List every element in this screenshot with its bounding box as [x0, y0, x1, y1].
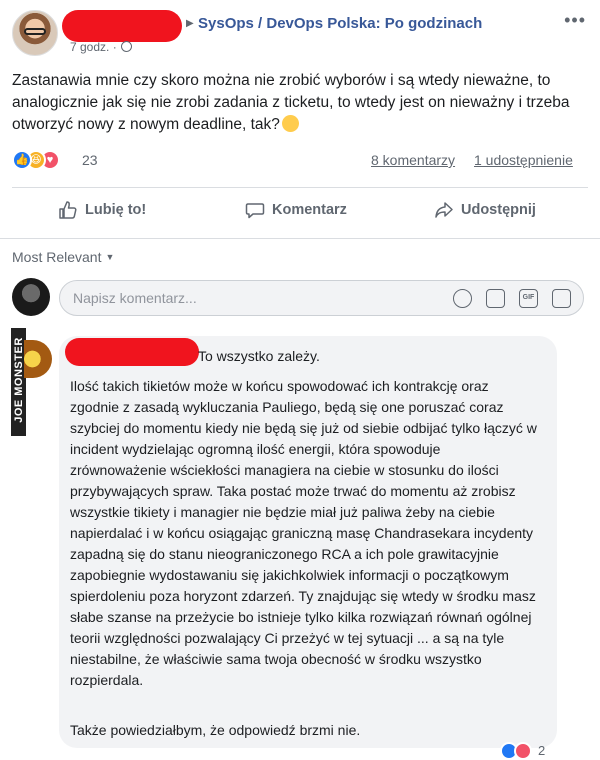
author-name-redacted[interactable]	[62, 10, 182, 42]
post-time[interactable]: 7 godz.	[70, 40, 109, 54]
gif-icon[interactable]: GIF	[519, 289, 538, 308]
divider	[12, 187, 588, 188]
comment-first-line: To wszystko zależy.	[198, 348, 320, 364]
divider	[0, 238, 600, 239]
thumbs-up-icon	[59, 201, 77, 219]
comment-paragraph: Ilość takich tikietów może w końcu spowo…	[70, 378, 537, 688]
comment-button[interactable]: Komentarz	[245, 200, 347, 220]
comment-button-label: Komentarz	[272, 202, 347, 218]
comment-bubble: To wszystko zależy. Ilość takich tikietó…	[59, 336, 557, 748]
more-options-icon[interactable]: •••	[564, 10, 586, 31]
comment-input-tools: GIF	[453, 289, 571, 308]
post-meta: 7 godz. ·	[70, 40, 132, 54]
comments-count-link[interactable]: 8 komentarzy	[371, 152, 455, 168]
like-button-label: Lubię to!	[85, 202, 147, 218]
comment-last-line: Także powiedziałbym, że odpowiedź brzmi …	[70, 722, 361, 738]
emoji-icon[interactable]	[453, 289, 472, 308]
group-name-link[interactable]: SysOps / DevOps Polska: Po godzinach	[198, 15, 482, 32]
post-action-bar: Lubię to! Komentarz Udostępnij	[0, 190, 600, 232]
comment-input[interactable]: Napisz komentarz... GIF	[59, 280, 584, 316]
caret-down-icon: ▼	[105, 252, 115, 262]
comment-reaction-count: 2	[538, 743, 546, 758]
share-arrow-icon	[435, 202, 453, 218]
globe-icon	[120, 41, 132, 52]
share-button-label: Udostępnij	[461, 202, 536, 218]
author-avatar[interactable]	[12, 10, 58, 56]
comment-sort-dropdown[interactable]: Most Relevant ▼	[12, 249, 114, 265]
camera-icon[interactable]	[486, 289, 505, 308]
post-header: ▶ SysOps / DevOps Polska: Po godzinach 7…	[0, 0, 600, 60]
like-button[interactable]: Lubię to!	[58, 200, 146, 220]
arrow-right-icon: ▶	[186, 18, 194, 29]
comment-bubble-icon	[245, 203, 265, 219]
commenter-avatar[interactable]	[24, 340, 52, 378]
sticker-icon[interactable]	[552, 289, 571, 308]
post-text: Zastanawia mnie czy skoro można nie zrob…	[12, 70, 590, 136]
love-reaction-icon	[514, 742, 532, 760]
like-reaction-icon: 👍	[12, 150, 32, 170]
reaction-count[interactable]: 23	[82, 152, 98, 168]
share-button[interactable]: Udostępnij	[434, 200, 536, 220]
current-user-avatar	[12, 278, 50, 316]
comment-input-placeholder: Napisz komentarz...	[73, 290, 197, 306]
sort-label: Most Relevant	[12, 249, 102, 265]
thinking-emoji-icon	[281, 115, 299, 132]
commenter-name-redacted[interactable]	[65, 338, 199, 366]
shares-count-link[interactable]: 1 udostępnienie	[474, 152, 573, 168]
